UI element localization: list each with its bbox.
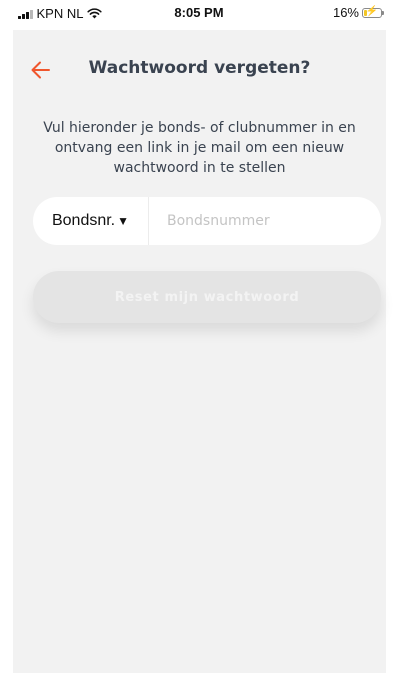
charging-bolt-icon: ⚡ [365, 5, 379, 17]
instructions-text: Vul hieronder je bonds- of clubnummer in… [43, 120, 356, 176]
id-type-select[interactable]: Bondsnr. ▼ [33, 197, 149, 245]
battery-percent: 16% [332, 5, 359, 20]
reset-password-button[interactable]: Reset mijn wachtwoord [33, 271, 381, 323]
page-title: Wachtwoord vergeten? [88, 58, 311, 78]
member-number-row: Bondsnr. ▼ [33, 197, 381, 245]
battery-charging-icon: ⚡ [362, 5, 382, 18]
forgot-password-screen: Wachtwoord vergeten? Vul hieronder je bo… [13, 30, 386, 673]
battery-group: 16% ⚡ [333, 5, 384, 20]
caret-down-icon: ▼ [117, 214, 130, 228]
status-bar: KPN NL 8:05 PM 16% ⚡ [0, 0, 398, 30]
id-type-label: Bondsnr. [51, 212, 116, 229]
battery-nub [382, 10, 384, 15]
member-number-input[interactable] [149, 198, 381, 244]
